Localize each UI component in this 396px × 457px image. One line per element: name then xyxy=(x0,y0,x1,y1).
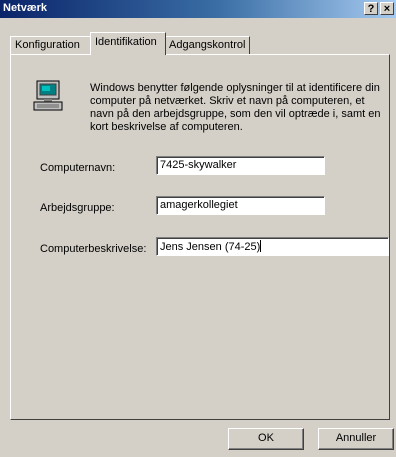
window-title: Netværk xyxy=(3,2,48,14)
help-button[interactable]: ? xyxy=(364,2,378,15)
workgroup-label: Arbejdsgruppe: xyxy=(40,202,115,214)
title-bar[interactable]: Netværk ? × xyxy=(0,0,396,18)
computer-name-input[interactable]: 7425-skywalker xyxy=(156,156,325,175)
close-button[interactable]: × xyxy=(380,2,394,15)
tab-adgangskontrol[interactable]: Adgangskontrol xyxy=(164,36,250,54)
ok-button[interactable]: OK xyxy=(228,428,304,450)
computer-icon xyxy=(33,80,63,111)
computer-name-label: Computernavn: xyxy=(40,162,116,174)
tab-identifikation[interactable]: Identifikation xyxy=(90,32,166,55)
identification-description: Windows benytter følgende oplysninger ti… xyxy=(90,82,381,133)
text-caret xyxy=(260,240,262,252)
tab-konfiguration[interactable]: Konfiguration xyxy=(10,36,94,54)
computer-description-label: Computerbeskrivelse: xyxy=(40,243,147,255)
workgroup-input[interactable]: amagerkollegiet xyxy=(156,196,325,215)
cancel-button[interactable]: Annuller xyxy=(318,428,394,450)
computer-description-value: Jens Jensen (74-25) xyxy=(160,241,261,253)
computer-description-input[interactable]: Jens Jensen (74-25) xyxy=(156,237,389,256)
